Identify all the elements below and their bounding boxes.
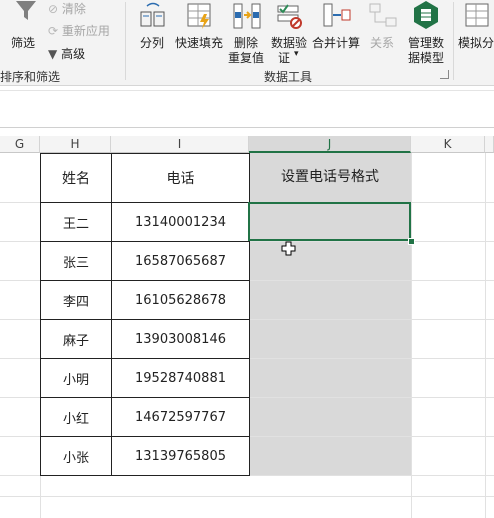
remove-duplicates-button[interactable]: 删除 重复值 xyxy=(228,0,268,65)
table-row: 张三 16587065687 xyxy=(40,241,250,281)
gridline xyxy=(485,153,486,518)
manage-model-line2: 据模型 xyxy=(408,51,445,65)
filter-button[interactable]: 筛选 xyxy=(8,0,44,62)
fill-handle[interactable] xyxy=(408,238,415,245)
column-header-k[interactable]: K xyxy=(411,136,485,153)
group-separator xyxy=(125,2,126,80)
flash-fill-icon xyxy=(187,3,211,29)
data-tools-group-label: 数据工具 xyxy=(264,70,313,84)
advanced-label: 高级 xyxy=(61,47,86,61)
phone-cell[interactable]: 16105628678 xyxy=(111,280,250,320)
phone-cell[interactable]: 14672597767 xyxy=(111,397,250,437)
data-model-icon xyxy=(414,1,438,29)
advanced-filter-icon: ▼ xyxy=(48,47,58,61)
phone-cell[interactable]: 16587065687 xyxy=(111,241,250,281)
name-cell[interactable]: 张三 xyxy=(40,241,112,281)
table-header-row: 姓名 电话 xyxy=(40,153,250,203)
reapply-label: 重新应用 xyxy=(61,24,110,38)
ribbon: 筛选 ⊘ 清除 ⟳ 重新应用 ▼ 高级 排序和筛选 分列 快速填充 删除 重复值… xyxy=(0,0,494,86)
relationships-button[interactable]: 关系 xyxy=(366,0,400,62)
cell-select-cursor-icon xyxy=(281,241,296,256)
split-label: 分列 xyxy=(140,36,165,50)
header-format-cell[interactable]: 设置电话号格式 xyxy=(249,153,411,202)
consolidate-label: 合并计算 xyxy=(312,36,361,50)
table-row: 小红 14672597767 xyxy=(40,397,250,437)
data-validation-icon xyxy=(277,4,302,29)
relationships-icon xyxy=(369,3,397,27)
gridline xyxy=(411,153,412,518)
funnel-icon xyxy=(16,1,36,20)
clear-label: 清除 xyxy=(61,2,86,16)
name-cell[interactable]: 小明 xyxy=(40,358,112,398)
table-row: 李四 16105628678 xyxy=(40,280,250,320)
table-row: 王二 13140001234 xyxy=(40,202,250,242)
group-separator xyxy=(453,2,454,80)
text-to-columns-button[interactable]: 分列 xyxy=(137,0,169,62)
remove-duplicates-icon xyxy=(233,3,261,29)
column-header-j[interactable]: J xyxy=(249,136,411,153)
name-cell[interactable]: 小红 xyxy=(40,397,112,437)
text-to-columns-icon xyxy=(140,2,165,27)
filter-label: 筛选 xyxy=(11,36,36,50)
name-cell[interactable]: 小张 xyxy=(40,436,112,476)
manage-data-model-button[interactable]: 管理数 据模型 xyxy=(404,0,448,65)
what-if-analysis-button[interactable]: 模拟分 xyxy=(456,0,494,62)
data-validation-button[interactable]: 数据验 证 ▾ xyxy=(270,0,310,65)
header-name-cell[interactable]: 姓名 xyxy=(40,153,112,203)
column-header-l[interactable] xyxy=(485,136,494,153)
relationships-label: 关系 xyxy=(370,36,395,50)
column-header-i[interactable]: I xyxy=(111,136,249,153)
table-row: 小张 13139765805 xyxy=(40,436,250,476)
formula-bar[interactable] xyxy=(0,90,494,128)
name-cell[interactable]: 李四 xyxy=(40,280,112,320)
consolidate-button[interactable]: 合并计算 xyxy=(312,0,364,62)
reapply-button[interactable]: ⟳ 重新应用 xyxy=(48,22,110,39)
phone-cell[interactable]: 13139765805 xyxy=(111,436,250,476)
header-phone-cell[interactable]: 电话 xyxy=(111,153,250,203)
phone-cell[interactable]: 13140001234 xyxy=(111,202,250,242)
advanced-button[interactable]: ▼ 高级 xyxy=(48,45,85,62)
table-row: 麻子 13903008146 xyxy=(40,319,250,359)
flash-fill-label: 快速填充 xyxy=(175,36,224,50)
sort-filter-group-label: 排序和筛选 xyxy=(0,70,61,84)
reapply-icon: ⟳ xyxy=(48,24,59,38)
name-cell[interactable]: 麻子 xyxy=(40,319,112,359)
validation-line2: 证 xyxy=(278,51,291,65)
what-if-label: 模拟分 xyxy=(458,36,494,50)
validation-dropdown-icon: ▾ xyxy=(294,49,299,59)
table-row: 小明 19528740881 xyxy=(40,358,250,398)
phone-cell[interactable]: 13903008146 xyxy=(111,319,250,359)
name-cell[interactable]: 王二 xyxy=(40,202,112,242)
clear-button[interactable]: ⊘ 清除 xyxy=(48,0,86,17)
column-header-h[interactable]: H xyxy=(40,136,111,153)
consolidate-icon xyxy=(323,3,351,27)
gridline xyxy=(0,496,494,497)
data-tools-launcher-icon[interactable] xyxy=(440,70,449,79)
what-if-icon xyxy=(465,3,489,27)
active-cell[interactable] xyxy=(248,202,411,241)
clear-icon: ⊘ xyxy=(48,2,59,16)
phone-table: 姓名 电话 王二 13140001234 张三 16587065687 李四 1… xyxy=(40,153,250,476)
column-header-g[interactable]: G xyxy=(0,136,40,153)
remove-dup-line2: 重复值 xyxy=(228,51,265,65)
flash-fill-button[interactable]: 快速填充 xyxy=(174,0,226,62)
phone-cell[interactable]: 19528740881 xyxy=(111,358,250,398)
